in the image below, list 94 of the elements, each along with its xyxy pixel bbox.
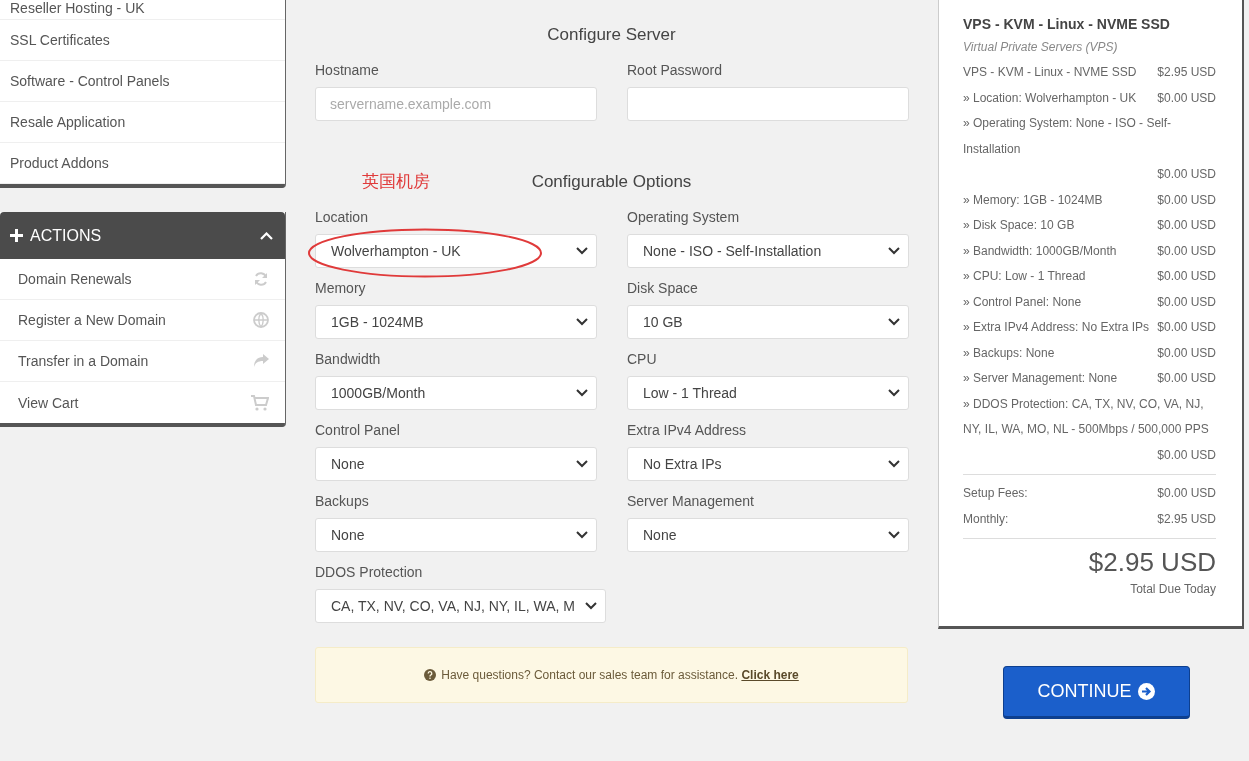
field-label: Root Password — [627, 62, 723, 78]
summary-item: » Bandwidth: 1000GB/Month — [963, 242, 1117, 260]
summary-item: » Backups: None — [963, 344, 1055, 362]
refresh-icon — [253, 271, 269, 287]
chevron-down-icon — [888, 460, 900, 468]
category-link[interactable]: Reseller Hosting - UK — [0, 0, 285, 20]
summary-item: » Memory: 1GB - 1024MB — [963, 191, 1103, 209]
select-dropdown[interactable]: No Extra IPs — [627, 447, 909, 481]
contact-link[interactable]: Click here — [741, 668, 799, 682]
select-dropdown[interactable]: Wolverhampton - UK — [315, 234, 597, 268]
field-label: Location — [315, 209, 369, 225]
select-dropdown[interactable]: 1GB - 1024MB — [315, 305, 597, 339]
field-label: Hostname — [315, 62, 380, 78]
summary-item: » DDOS Protection: CA, TX, NV, CO, VA, NJ, NY, IL, WA, MO, NL - 500Mbps / 500,000 PPS — [963, 395, 1210, 438]
actions-header[interactable]: ACTIONS — [0, 212, 285, 259]
question-icon — [424, 669, 437, 681]
section-title: Configurable Options — [531, 172, 692, 192]
summary-price: $0.00 USD — [1157, 485, 1216, 502]
chevron-down-icon — [585, 602, 598, 610]
chevron-down-icon — [888, 318, 900, 326]
continue-button[interactable]: CONTINUE — [1002, 666, 1190, 719]
chevron-down-icon — [888, 389, 900, 397]
summary-price: $0.00 USD — [1157, 191, 1216, 209]
field-label: Extra IPv4 Address — [627, 422, 748, 438]
field-label: CPU — [627, 351, 658, 367]
summary-item: » CPU: Low - 1 Thread — [963, 268, 1086, 285]
summary-price: $0.00 USD — [1157, 344, 1216, 362]
annotation-text: 英国机房 — [362, 171, 430, 193]
text-input[interactable]: servername.example.com — [315, 87, 597, 121]
chevron-down-icon — [576, 247, 588, 255]
summary-item: » Extra IPv4 Address: No Extra IPs — [963, 319, 1150, 336]
product-group: Virtual Private Servers (VPS) — [963, 40, 1216, 54]
summary-price: $0.00 USD — [1157, 89, 1216, 107]
chevron-down-icon — [576, 460, 588, 468]
section-title: Configure Server — [547, 25, 676, 45]
field-label: Operating System — [627, 209, 741, 225]
summary-item: » Control Panel: None — [963, 293, 1082, 311]
action-link[interactable]: Transfer in a Domain — [0, 341, 285, 382]
action-link[interactable]: View Cart — [0, 382, 285, 423]
field-label: Control Panel — [315, 422, 401, 438]
chevron-down-icon — [576, 389, 588, 397]
chevron-down-icon — [576, 531, 588, 539]
action-link[interactable]: Register a New Domain — [0, 300, 285, 341]
summary-price: $0.00 USD — [1157, 293, 1216, 311]
field-label: Server Management — [627, 493, 755, 509]
field-label: Memory — [315, 280, 367, 296]
summary-item: Monthly: — [963, 510, 1009, 528]
summary-item: » Server Management: None — [963, 370, 1118, 387]
panel-title: ACTIONS — [30, 226, 103, 245]
share-arrow-icon — [253, 354, 269, 368]
category-link[interactable]: Software - Control Panels — [0, 61, 285, 102]
chevron-down-icon — [888, 247, 900, 255]
summary-price: $0.00 USD — [1157, 217, 1216, 234]
summary-item: » Location: Wolverhampton - UK — [963, 89, 1137, 107]
select-dropdown[interactable]: CA, TX, NV, CO, VA, NJ, NY, IL, WA, M — [315, 589, 607, 623]
category-link[interactable]: Product Addons — [0, 143, 285, 184]
plus-icon — [10, 229, 23, 242]
category-link[interactable]: Resale Application — [0, 102, 285, 143]
field-label: Backups — [315, 493, 370, 509]
field-label: Disk Space — [627, 280, 699, 296]
summary-item: » Disk Space: 10 GB — [963, 217, 1075, 234]
summary-price: $0.00 USD — [1157, 446, 1216, 464]
select-dropdown[interactable]: None — [315, 447, 597, 481]
cart-icon — [251, 394, 269, 411]
total-amount: $2.95 USD — [1087, 547, 1216, 578]
select-dropdown[interactable]: 10 GB — [627, 305, 909, 339]
arrow-circle-icon — [1137, 683, 1155, 700]
chevron-down-icon — [888, 531, 900, 539]
summary-price: $0.00 USD — [1157, 166, 1216, 183]
summary-price: $0.00 USD — [1157, 242, 1216, 260]
summary-item: » Operating System: None - ISO - Self-Installation — [963, 115, 1173, 158]
select-dropdown[interactable]: 1000GB/Month — [315, 376, 597, 410]
notice-text: Have questions? Contact our sales team for assistance. Click here — [441, 668, 799, 682]
summary-price: $0.00 USD — [1157, 370, 1216, 387]
summary-price: $2.95 USD — [1157, 510, 1216, 528]
summary-price: $0.00 USD — [1157, 268, 1216, 285]
field-label: DDOS Protection — [315, 564, 424, 580]
select-dropdown[interactable]: Low - 1 Thread — [627, 376, 909, 410]
field-label: Bandwidth — [315, 351, 382, 367]
select-dropdown[interactable]: None - ISO - Self-Installation — [627, 234, 909, 268]
select-dropdown[interactable]: None — [315, 518, 597, 552]
summary-price: $0.00 USD — [1157, 319, 1216, 336]
product-name: VPS - KVM - Linux - NVME SSD — [963, 16, 1171, 32]
category-link[interactable]: SSL Certificates — [0, 20, 285, 61]
chevron-up-icon[interactable] — [260, 231, 273, 240]
summary-price: $2.95 USD — [1157, 64, 1216, 81]
text-input[interactable] — [627, 87, 909, 121]
total-label: Total Due Today — [1129, 582, 1216, 596]
select-dropdown[interactable]: None — [627, 518, 909, 552]
globe-icon — [253, 312, 269, 328]
summary-item: VPS - KVM - Linux - NVME SSD — [963, 64, 1137, 81]
chevron-down-icon — [576, 318, 588, 326]
action-link[interactable]: Domain Renewals — [0, 259, 285, 300]
summary-item: Setup Fees: — [963, 485, 1028, 502]
